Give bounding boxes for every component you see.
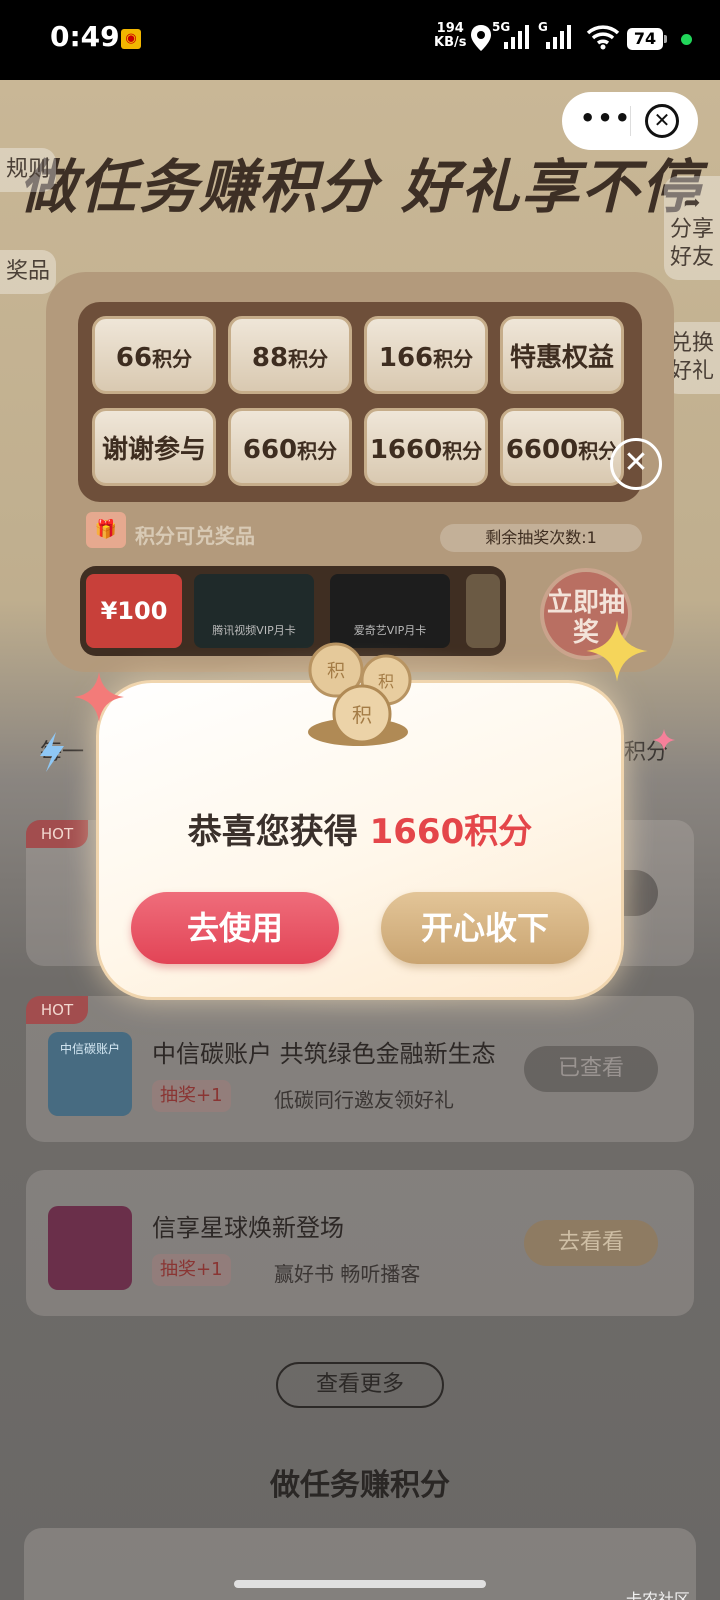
prize-card-cash[interactable]: ¥100 (86, 574, 182, 648)
prize-cell: 166积分 (364, 316, 488, 394)
signal-strength-icon-2 (546, 25, 571, 49)
hero-title: 做任务赚积分 好礼享不停 (18, 153, 702, 221)
battery-indicator: 74 (627, 28, 667, 50)
mini-program-capsule: ••• ✕ (562, 92, 698, 150)
prize-cell: 1660积分 (364, 408, 488, 486)
bottom-card (24, 1528, 696, 1600)
share-friends-label: 分享好友 (670, 217, 715, 270)
prize-cell: 88积分 (228, 316, 352, 394)
svg-text:积: 积 (378, 672, 394, 691)
prize-card-partial[interactable] (466, 574, 500, 648)
task-title: 信享星球焕新登场 (152, 1214, 344, 1242)
svg-text:积: 积 (327, 661, 345, 682)
draw-bonus-badge: 抽奖+1 (152, 1254, 231, 1286)
more-options-icon[interactable]: ••• (580, 106, 632, 130)
svg-text:积: 积 (352, 703, 372, 727)
congrats-message: 恭喜您获得 1660积分 (96, 804, 624, 853)
prize-card-vip[interactable]: 爱奇艺VIP月卡 (330, 574, 450, 648)
location-icon (471, 25, 491, 51)
sparkle-star-icon (74, 672, 124, 722)
watermark: 卡农社区 (626, 1590, 691, 1600)
congrats-prefix: 恭喜您获得 (187, 812, 358, 852)
prize-cell: 66积分 (92, 316, 216, 394)
wifi-icon (586, 25, 620, 50)
prize-cell: 660积分 (228, 408, 352, 486)
status-time: 0:49 (50, 20, 120, 53)
rules-tab[interactable]: 规则 (0, 148, 56, 192)
reward-amount: 1660积分 (369, 812, 533, 852)
lightning-sparkle-icon (40, 732, 64, 772)
section-title: 做任务赚积分 (270, 1468, 450, 1503)
close-popup-icon[interactable]: ✕ (610, 438, 662, 490)
accept-reward-button[interactable]: 开心收下 (381, 892, 589, 964)
redeem-label: 积分可兑奖品 (135, 524, 255, 548)
prize-cell: 6600积分 (500, 408, 624, 486)
task-title: 中信碳账户 共筑绿色金融新生态 (152, 1040, 496, 1068)
prize-cell: 特惠权益 (500, 316, 624, 394)
view-more-button[interactable]: 查看更多 (276, 1362, 444, 1408)
task-thumbnail: 中信碳账户 (48, 1032, 132, 1116)
network-speed-unit: KB/s (434, 35, 467, 50)
share-friends-tab[interactable]: ➦ 分享好友 (664, 176, 720, 280)
prize-card-tencent-video[interactable]: 腾讯视频VIP月卡 (194, 574, 314, 648)
weibo-notification-icon: ◉ (121, 29, 141, 49)
use-now-button[interactable]: 去使用 (131, 892, 339, 964)
capsule-divider (630, 106, 631, 136)
close-mini-program-icon[interactable]: ✕ (645, 104, 679, 138)
network-speed: 194 KB/s (434, 22, 466, 50)
task-thumbnail (48, 1206, 132, 1290)
prizes-tab[interactable]: 奖品 (0, 250, 56, 294)
network-speed-value: 194 (436, 21, 464, 36)
sparkle-star-icon (652, 728, 676, 752)
gift-icon: 🎁 (86, 512, 126, 548)
prize-cell: 谢谢参与 (92, 408, 216, 486)
draw-bonus-badge: 抽奖+1 (152, 1080, 231, 1112)
privacy-dot-icon (681, 34, 692, 45)
share-icon: ➦ (683, 190, 701, 214)
status-bar: 0:49 ◉ 194 KB/s 5G G 74 (0, 0, 720, 80)
task-subtitle: 低碳同行邀友领好礼 (274, 1088, 454, 1112)
go-look-button[interactable]: 去看看 (524, 1220, 658, 1266)
home-indicator[interactable] (234, 1580, 486, 1588)
remaining-draws: 剩余抽奖次数:1 (440, 524, 642, 552)
task-subtitle: 赢好书 畅听播客 (274, 1262, 421, 1286)
signal-strength-icon-1 (504, 25, 529, 49)
task-card[interactable]: 信享星球焕新登场 抽奖+1 赢好书 畅听播客 去看看 (26, 1170, 694, 1316)
sparkle-star-icon (586, 620, 648, 682)
coins-icon: 积 积 积 (308, 642, 412, 746)
viewed-button[interactable]: 已查看 (524, 1046, 658, 1092)
